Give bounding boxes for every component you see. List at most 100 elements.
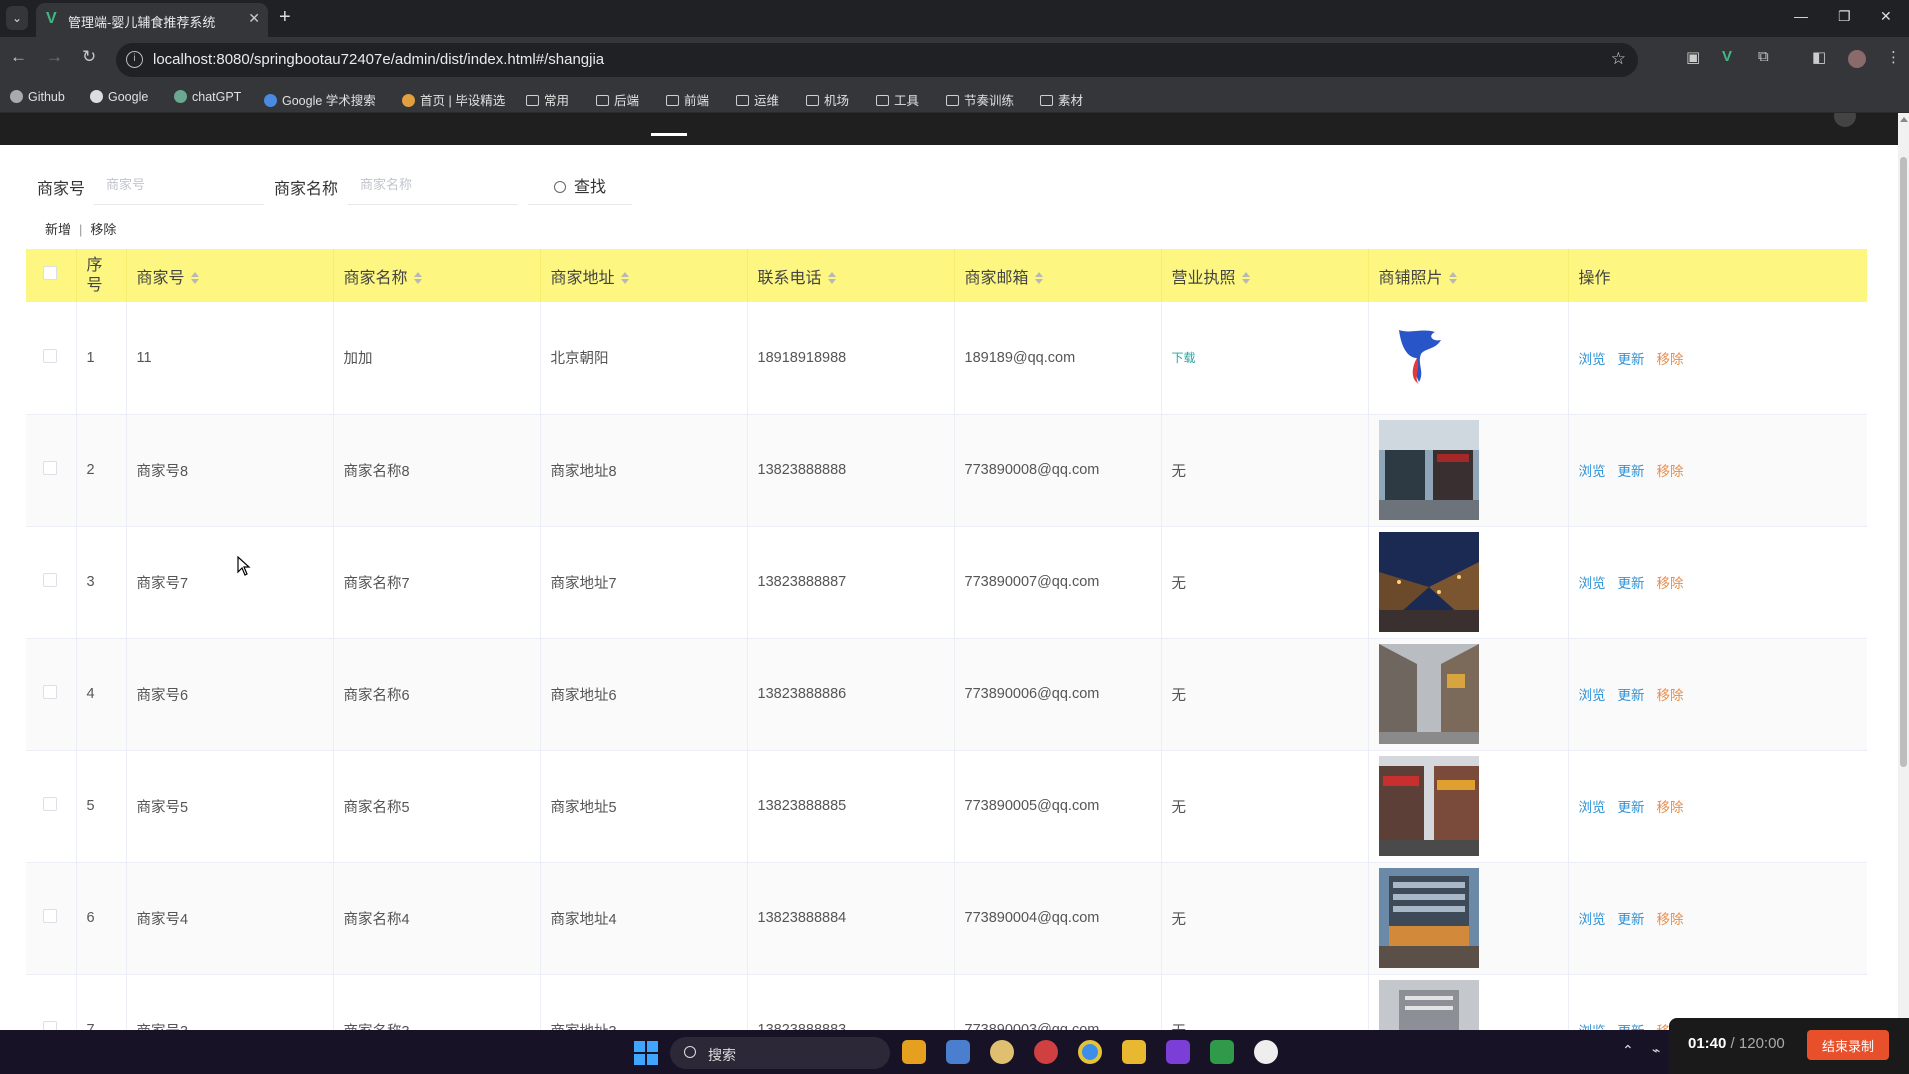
close-tab-icon[interactable]: ✕	[248, 10, 260, 27]
bookmark-folder-backend[interactable]: 后端	[596, 90, 639, 109]
new-tab-icon[interactable]: +	[279, 6, 291, 29]
header-phone[interactable]: 联系电话	[747, 249, 955, 302]
bookmark-star-icon[interactable]: ☆	[1611, 49, 1626, 69]
batch-remove-button[interactable]: 移除	[90, 222, 116, 237]
back-icon[interactable]: ←	[10, 47, 27, 67]
address-url[interactable]: localhost:8080/springbootau72407e/admin/…	[153, 51, 604, 68]
header-license[interactable]: 营业执照	[1161, 249, 1369, 302]
address-bar[interactable]: i localhost:8080/springbootau72407e/admi…	[116, 43, 1638, 77]
bookmark-scholar[interactable]: Google 学术搜索	[264, 90, 376, 109]
row-checkbox[interactable]	[43, 797, 57, 811]
row-checkbox[interactable]	[43, 685, 57, 699]
view-button[interactable]: 浏览	[1579, 688, 1606, 703]
profile-avatar[interactable]	[1848, 50, 1866, 68]
find-button[interactable]: 查找	[528, 165, 632, 205]
scroll-up-arrow-icon[interactable]	[1900, 117, 1908, 122]
bookmark-folder-assets[interactable]: 素材	[1040, 90, 1083, 109]
chrome-icon[interactable]	[1078, 1040, 1102, 1064]
shop-photo[interactable]	[1378, 644, 1568, 744]
view-button[interactable]: 浏览	[1579, 352, 1606, 367]
shop-photo[interactable]	[1378, 420, 1568, 520]
side-panel-icon[interactable]: ◧	[1812, 48, 1826, 66]
bookmark-folder-ops[interactable]: 运维	[736, 90, 779, 109]
more-menu-icon[interactable]: ⋮	[1886, 48, 1901, 66]
sort-icon[interactable]	[827, 272, 836, 285]
delete-button[interactable]: 移除	[1657, 352, 1684, 367]
baidu-icon[interactable]	[990, 1040, 1014, 1064]
netease-icon[interactable]	[1034, 1040, 1058, 1064]
minimize-icon[interactable]: —	[1794, 8, 1808, 24]
update-button[interactable]: 更新	[1618, 800, 1645, 815]
bookmark-chatgpt[interactable]: chatGPT	[174, 90, 241, 104]
row-checkbox[interactable]	[43, 1021, 57, 1030]
reload-icon[interactable]: ↻	[82, 47, 96, 67]
sort-icon[interactable]	[190, 272, 199, 285]
sort-icon[interactable]	[620, 272, 629, 285]
delete-button[interactable]: 移除	[1657, 464, 1684, 479]
delete-button[interactable]: 移除	[1657, 576, 1684, 591]
forward-icon[interactable]: →	[46, 47, 63, 67]
sort-icon[interactable]	[413, 272, 422, 285]
restore-icon[interactable]: ❐	[1838, 8, 1851, 25]
merchant-name-input[interactable]	[348, 165, 518, 205]
license-value[interactable]: 下载	[1172, 351, 1196, 365]
view-button[interactable]: 浏览	[1579, 464, 1606, 479]
shop-photo[interactable]	[1378, 980, 1568, 1030]
row-checkbox[interactable]	[43, 909, 57, 923]
merchant-no-input[interactable]	[94, 165, 264, 205]
tab-search-icon[interactable]: ⌄	[6, 6, 28, 30]
bookmark-folder-common[interactable]: 常用	[526, 90, 569, 109]
select-all-checkbox[interactable]	[43, 266, 57, 280]
remote-desktop-icon[interactable]	[946, 1040, 970, 1064]
shop-photo[interactable]	[1379, 324, 1568, 392]
sort-icon[interactable]	[1448, 272, 1457, 285]
intellij-icon[interactable]	[1166, 1040, 1190, 1064]
header-photo[interactable]: 商铺照片	[1368, 249, 1569, 302]
hbuilder-icon[interactable]	[1210, 1040, 1234, 1064]
header-email[interactable]: 商家邮箱	[954, 249, 1162, 302]
windows-start-icon[interactable]	[634, 1041, 658, 1065]
update-button[interactable]: 更新	[1618, 576, 1645, 591]
update-button[interactable]: 更新	[1618, 464, 1645, 479]
vue-devtools-icon[interactable]: V	[1722, 48, 1732, 65]
file-explorer-icon[interactable]	[1122, 1040, 1146, 1064]
delete-button[interactable]: 移除	[1657, 800, 1684, 815]
bookmark-bishe[interactable]: 首页 | 毕设精选	[402, 90, 505, 109]
taskbar-search[interactable]: 搜索	[670, 1037, 890, 1069]
delete-button[interactable]: 移除	[1657, 688, 1684, 703]
extensions-puzzle-icon[interactable]: ⧉	[1758, 48, 1769, 65]
tray-expand-icon[interactable]: ⌃	[1622, 1042, 1634, 1059]
bookmark-folder-airport[interactable]: 机场	[806, 90, 849, 109]
bookmark-google[interactable]: Google	[90, 90, 148, 104]
bookmark-folder-tools[interactable]: 工具	[876, 90, 919, 109]
site-info-icon[interactable]: i	[126, 51, 143, 68]
update-button[interactable]: 更新	[1618, 688, 1645, 703]
row-checkbox[interactable]	[43, 573, 57, 587]
shop-photo[interactable]	[1378, 868, 1568, 968]
qq-icon[interactable]	[1254, 1040, 1278, 1064]
row-checkbox[interactable]	[43, 461, 57, 475]
add-button[interactable]: 新增	[45, 222, 71, 237]
shop-photo[interactable]	[1378, 756, 1568, 856]
bookmark-folder-rhythm[interactable]: 节奏训练	[946, 90, 1014, 109]
header-address[interactable]: 商家地址	[540, 249, 748, 302]
header-merchant-no[interactable]: 商家号	[126, 249, 334, 302]
network-icon[interactable]: ⌁	[1652, 1042, 1660, 1059]
header-merchant-name[interactable]: 商家名称	[333, 249, 541, 302]
scrollbar-thumb[interactable]	[1900, 157, 1907, 767]
update-button[interactable]: 更新	[1618, 352, 1645, 367]
extension-icon[interactable]: ▣	[1686, 48, 1700, 66]
shop-photo[interactable]	[1378, 532, 1568, 632]
bookmark-github[interactable]: Github	[10, 90, 65, 104]
bookmark-folder-frontend[interactable]: 前端	[666, 90, 709, 109]
window-close-icon[interactable]: ✕	[1880, 8, 1892, 25]
delete-button[interactable]: 移除	[1657, 912, 1684, 927]
view-button[interactable]: 浏览	[1579, 800, 1606, 815]
sort-icon[interactable]	[1034, 272, 1043, 285]
sort-icon[interactable]	[1241, 272, 1250, 285]
view-button[interactable]: 浏览	[1579, 576, 1606, 591]
search-app-icon[interactable]	[902, 1040, 926, 1064]
row-checkbox[interactable]	[43, 348, 57, 363]
page-scrollbar[interactable]	[1898, 113, 1909, 1030]
view-button[interactable]: 浏览	[1579, 912, 1606, 927]
